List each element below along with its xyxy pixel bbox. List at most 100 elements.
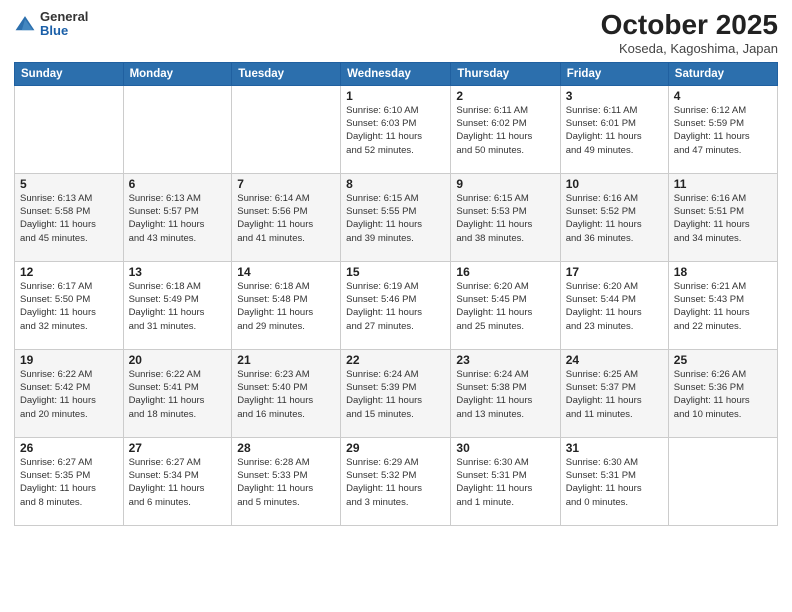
calendar-week-row: 1Sunrise: 6:10 AM Sunset: 6:03 PM Daylig… [15,85,778,173]
day-header-tuesday: Tuesday [232,62,341,85]
day-info: Sunrise: 6:16 AM Sunset: 5:51 PM Dayligh… [674,192,772,245]
day-info: Sunrise: 6:24 AM Sunset: 5:38 PM Dayligh… [456,368,554,421]
day-info: Sunrise: 6:18 AM Sunset: 5:49 PM Dayligh… [129,280,227,333]
day-info: Sunrise: 6:30 AM Sunset: 5:31 PM Dayligh… [456,456,554,509]
day-number: 19 [20,353,118,367]
day-number: 7 [237,177,335,191]
day-number: 30 [456,441,554,455]
day-header-friday: Friday [560,62,668,85]
calendar-cell: 21Sunrise: 6:23 AM Sunset: 5:40 PM Dayli… [232,349,341,437]
calendar-cell: 24Sunrise: 6:25 AM Sunset: 5:37 PM Dayli… [560,349,668,437]
calendar-cell: 7Sunrise: 6:14 AM Sunset: 5:56 PM Daylig… [232,173,341,261]
calendar-cell: 25Sunrise: 6:26 AM Sunset: 5:36 PM Dayli… [668,349,777,437]
calendar-cell: 9Sunrise: 6:15 AM Sunset: 5:53 PM Daylig… [451,173,560,261]
day-number: 12 [20,265,118,279]
calendar-cell: 30Sunrise: 6:30 AM Sunset: 5:31 PM Dayli… [451,437,560,525]
calendar-week-row: 19Sunrise: 6:22 AM Sunset: 5:42 PM Dayli… [15,349,778,437]
calendar-cell: 28Sunrise: 6:28 AM Sunset: 5:33 PM Dayli… [232,437,341,525]
day-header-sunday: Sunday [15,62,124,85]
day-number: 14 [237,265,335,279]
calendar-week-row: 26Sunrise: 6:27 AM Sunset: 5:35 PM Dayli… [15,437,778,525]
title-block: October 2025 Koseda, Kagoshima, Japan [601,10,778,56]
day-number: 29 [346,441,445,455]
calendar-cell: 31Sunrise: 6:30 AM Sunset: 5:31 PM Dayli… [560,437,668,525]
calendar-cell [123,85,232,173]
day-number: 3 [566,89,663,103]
day-info: Sunrise: 6:30 AM Sunset: 5:31 PM Dayligh… [566,456,663,509]
calendar-cell: 14Sunrise: 6:18 AM Sunset: 5:48 PM Dayli… [232,261,341,349]
day-info: Sunrise: 6:15 AM Sunset: 5:55 PM Dayligh… [346,192,445,245]
calendar-cell: 1Sunrise: 6:10 AM Sunset: 6:03 PM Daylig… [341,85,451,173]
day-number: 22 [346,353,445,367]
day-number: 18 [674,265,772,279]
day-number: 13 [129,265,227,279]
calendar-cell [15,85,124,173]
day-info: Sunrise: 6:21 AM Sunset: 5:43 PM Dayligh… [674,280,772,333]
day-number: 10 [566,177,663,191]
calendar-cell: 15Sunrise: 6:19 AM Sunset: 5:46 PM Dayli… [341,261,451,349]
day-number: 24 [566,353,663,367]
calendar-cell: 19Sunrise: 6:22 AM Sunset: 5:42 PM Dayli… [15,349,124,437]
calendar-cell [232,85,341,173]
day-info: Sunrise: 6:17 AM Sunset: 5:50 PM Dayligh… [20,280,118,333]
day-info: Sunrise: 6:15 AM Sunset: 5:53 PM Dayligh… [456,192,554,245]
day-header-monday: Monday [123,62,232,85]
calendar-week-row: 5Sunrise: 6:13 AM Sunset: 5:58 PM Daylig… [15,173,778,261]
day-info: Sunrise: 6:26 AM Sunset: 5:36 PM Dayligh… [674,368,772,421]
day-header-saturday: Saturday [668,62,777,85]
day-info: Sunrise: 6:10 AM Sunset: 6:03 PM Dayligh… [346,104,445,157]
day-info: Sunrise: 6:16 AM Sunset: 5:52 PM Dayligh… [566,192,663,245]
calendar-cell: 27Sunrise: 6:27 AM Sunset: 5:34 PM Dayli… [123,437,232,525]
day-info: Sunrise: 6:13 AM Sunset: 5:57 PM Dayligh… [129,192,227,245]
calendar-cell: 5Sunrise: 6:13 AM Sunset: 5:58 PM Daylig… [15,173,124,261]
day-info: Sunrise: 6:20 AM Sunset: 5:44 PM Dayligh… [566,280,663,333]
day-info: Sunrise: 6:27 AM Sunset: 5:35 PM Dayligh… [20,456,118,509]
logo-general-text: General [40,9,88,24]
calendar-header-row: SundayMondayTuesdayWednesdayThursdayFrid… [15,62,778,85]
logo-blue-text: Blue [40,23,68,38]
day-info: Sunrise: 6:24 AM Sunset: 5:39 PM Dayligh… [346,368,445,421]
day-info: Sunrise: 6:28 AM Sunset: 5:33 PM Dayligh… [237,456,335,509]
day-info: Sunrise: 6:22 AM Sunset: 5:41 PM Dayligh… [129,368,227,421]
day-info: Sunrise: 6:13 AM Sunset: 5:58 PM Dayligh… [20,192,118,245]
day-info: Sunrise: 6:23 AM Sunset: 5:40 PM Dayligh… [237,368,335,421]
day-header-wednesday: Wednesday [341,62,451,85]
calendar-cell [668,437,777,525]
day-number: 16 [456,265,554,279]
day-number: 25 [674,353,772,367]
calendar-cell: 22Sunrise: 6:24 AM Sunset: 5:39 PM Dayli… [341,349,451,437]
day-number: 5 [20,177,118,191]
day-info: Sunrise: 6:27 AM Sunset: 5:34 PM Dayligh… [129,456,227,509]
day-number: 28 [237,441,335,455]
calendar-page: General Blue October 2025 Koseda, Kagosh… [0,0,792,612]
calendar-cell: 16Sunrise: 6:20 AM Sunset: 5:45 PM Dayli… [451,261,560,349]
calendar-table: SundayMondayTuesdayWednesdayThursdayFrid… [14,62,778,526]
day-number: 17 [566,265,663,279]
logo-icon [14,13,36,35]
day-info: Sunrise: 6:29 AM Sunset: 5:32 PM Dayligh… [346,456,445,509]
day-info: Sunrise: 6:25 AM Sunset: 5:37 PM Dayligh… [566,368,663,421]
day-header-thursday: Thursday [451,62,560,85]
day-number: 1 [346,89,445,103]
day-info: Sunrise: 6:18 AM Sunset: 5:48 PM Dayligh… [237,280,335,333]
logo: General Blue [14,10,88,39]
day-number: 21 [237,353,335,367]
calendar-cell: 12Sunrise: 6:17 AM Sunset: 5:50 PM Dayli… [15,261,124,349]
calendar-cell: 8Sunrise: 6:15 AM Sunset: 5:55 PM Daylig… [341,173,451,261]
calendar-cell: 6Sunrise: 6:13 AM Sunset: 5:57 PM Daylig… [123,173,232,261]
calendar-cell: 17Sunrise: 6:20 AM Sunset: 5:44 PM Dayli… [560,261,668,349]
location-subtitle: Koseda, Kagoshima, Japan [601,41,778,56]
calendar-body: 1Sunrise: 6:10 AM Sunset: 6:03 PM Daylig… [15,85,778,525]
calendar-cell: 11Sunrise: 6:16 AM Sunset: 5:51 PM Dayli… [668,173,777,261]
month-title: October 2025 [601,10,778,41]
calendar-week-row: 12Sunrise: 6:17 AM Sunset: 5:50 PM Dayli… [15,261,778,349]
calendar-cell: 3Sunrise: 6:11 AM Sunset: 6:01 PM Daylig… [560,85,668,173]
day-info: Sunrise: 6:11 AM Sunset: 6:01 PM Dayligh… [566,104,663,157]
day-number: 27 [129,441,227,455]
day-info: Sunrise: 6:11 AM Sunset: 6:02 PM Dayligh… [456,104,554,157]
day-info: Sunrise: 6:14 AM Sunset: 5:56 PM Dayligh… [237,192,335,245]
day-number: 8 [346,177,445,191]
calendar-cell: 10Sunrise: 6:16 AM Sunset: 5:52 PM Dayli… [560,173,668,261]
day-number: 31 [566,441,663,455]
calendar-cell: 26Sunrise: 6:27 AM Sunset: 5:35 PM Dayli… [15,437,124,525]
